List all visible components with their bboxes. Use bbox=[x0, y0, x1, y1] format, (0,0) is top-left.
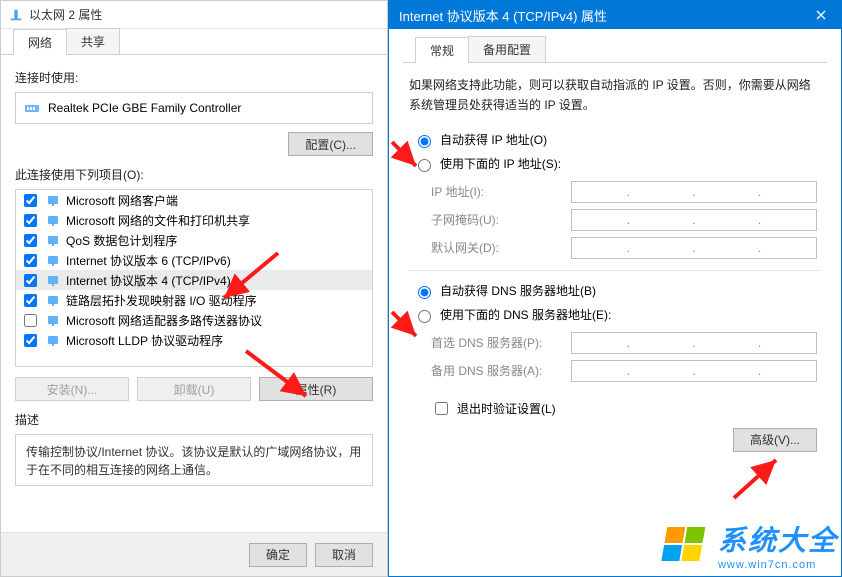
list-item[interactable]: Internet 协议版本 6 (TCP/IPv6) bbox=[16, 250, 373, 270]
protocol-icon bbox=[46, 273, 60, 287]
validate-label: 退出时验证设置(L) bbox=[457, 400, 556, 417]
list-item[interactable]: Microsoft 网络的文件和打印机共享 bbox=[16, 210, 373, 230]
item-label: Microsoft 网络客户端 bbox=[66, 192, 178, 209]
item-checkbox[interactable] bbox=[24, 214, 37, 227]
gateway-input: ... bbox=[571, 237, 817, 259]
radio-ip-auto-label: 自动获得 IP 地址(O) bbox=[440, 131, 547, 148]
radio-ip-manual-input[interactable] bbox=[418, 159, 431, 172]
list-item[interactable]: Microsoft 网络适配器多路传送器协议 bbox=[16, 310, 373, 330]
install-button[interactable]: 安装(N)... bbox=[15, 377, 129, 401]
tab-general[interactable]: 常规 bbox=[415, 37, 469, 63]
properties-button[interactable]: 属性(R) bbox=[259, 377, 373, 401]
tab-body: 连接时使用: Realtek PCIe GBE Family Controlle… bbox=[1, 55, 387, 496]
cancel-button[interactable]: 取消 bbox=[315, 543, 373, 567]
protocol-icon bbox=[46, 313, 60, 327]
advanced-button[interactable]: 高级(V)... bbox=[733, 428, 817, 452]
dialog-buttons: 确定 取消 bbox=[1, 532, 387, 576]
radio-dns-manual-label: 使用下面的 DNS 服务器地址(E): bbox=[440, 306, 611, 323]
protocol-icon bbox=[46, 233, 60, 247]
tab-sharing[interactable]: 共享 bbox=[66, 28, 120, 55]
titlebar: Internet 协议版本 4 (TCP/IPv4) 属性 bbox=[389, 1, 841, 29]
description-label: 描述 bbox=[15, 411, 373, 428]
protocol-icon bbox=[46, 333, 60, 347]
tab-network[interactable]: 网络 bbox=[13, 29, 67, 55]
item-label: Internet 协议版本 4 (TCP/IPv4) bbox=[66, 272, 231, 289]
alternate-dns-input: ... bbox=[571, 360, 817, 382]
list-item[interactable]: 链路层拓扑发现映射器 I/O 驱动程序 bbox=[16, 290, 373, 310]
titlebar: 以太网 2 属性 bbox=[1, 1, 387, 29]
tabstrip: 网络 共享 bbox=[1, 29, 387, 55]
watermark-sub: www.win7cn.com bbox=[718, 559, 838, 571]
radio-ip-auto[interactable]: 自动获得 IP 地址(O) bbox=[413, 130, 817, 150]
window-title: Internet 协议版本 4 (TCP/IPv4) 属性 bbox=[399, 6, 607, 25]
radio-dns-auto[interactable]: 自动获得 DNS 服务器地址(B) bbox=[413, 281, 817, 301]
radio-dns-auto-label: 自动获得 DNS 服务器地址(B) bbox=[440, 282, 596, 299]
adapter-box: Realtek PCIe GBE Family Controller bbox=[15, 92, 373, 124]
radio-dns-manual-input[interactable] bbox=[418, 310, 431, 323]
item-label: Internet 协议版本 6 (TCP/IPv6) bbox=[66, 252, 231, 269]
subnet-mask-input: ... bbox=[571, 209, 817, 231]
help-text: 如果网络支持此功能，则可以获取自动指派的 IP 设置。否则，你需要从网络系统管理… bbox=[409, 75, 821, 116]
item-label: 链路层拓扑发现映射器 I/O 驱动程序 bbox=[66, 292, 257, 309]
protocol-icon bbox=[46, 293, 60, 307]
item-checkbox[interactable] bbox=[24, 274, 37, 287]
tab-alternate[interactable]: 备用配置 bbox=[468, 36, 546, 63]
network-icon bbox=[9, 8, 23, 22]
description-text: 传输控制协议/Internet 协议。该协议是默认的广域网络协议，用于在不同的相… bbox=[15, 434, 373, 486]
watermark: 系统大全 www.win7cn.com bbox=[660, 519, 838, 571]
adapter-icon bbox=[24, 100, 40, 116]
item-checkbox[interactable] bbox=[24, 234, 37, 247]
item-label: Microsoft 网络适配器多路传送器协议 bbox=[66, 312, 262, 329]
item-label: Microsoft 网络的文件和打印机共享 bbox=[66, 212, 250, 229]
item-label: QoS 数据包计划程序 bbox=[66, 232, 177, 249]
tcpip-properties-window: Internet 协议版本 4 (TCP/IPv4) 属性 常规 备用配置 如果… bbox=[388, 0, 842, 577]
configure-button[interactable]: 配置(C)... bbox=[288, 132, 373, 156]
ip-address-label: IP 地址(I): bbox=[431, 183, 571, 200]
list-item[interactable]: Microsoft 网络客户端 bbox=[16, 190, 373, 210]
preferred-dns-label: 首选 DNS 服务器(P): bbox=[431, 334, 571, 351]
list-item[interactable]: QoS 数据包计划程序 bbox=[16, 230, 373, 250]
protocol-icon bbox=[46, 253, 60, 267]
preferred-dns-input: ... bbox=[571, 332, 817, 354]
item-checkbox[interactable] bbox=[24, 314, 37, 327]
gateway-label: 默认网关(D): bbox=[431, 239, 571, 256]
connect-using-label: 连接时使用: bbox=[15, 69, 373, 86]
item-label: Microsoft LLDP 协议驱动程序 bbox=[66, 332, 223, 349]
validate-checkbox[interactable] bbox=[435, 402, 448, 415]
watermark-text: 系统大全 bbox=[718, 525, 838, 556]
radio-ip-manual[interactable]: 使用下面的 IP 地址(S): bbox=[413, 154, 817, 174]
windows-logo-icon bbox=[660, 523, 712, 567]
ip-address-input: ... bbox=[571, 181, 817, 203]
protocol-icon bbox=[46, 193, 60, 207]
list-item[interactable]: Internet 协议版本 4 (TCP/IPv4) bbox=[16, 270, 373, 290]
close-button[interactable] bbox=[801, 1, 841, 29]
adapter-name: Realtek PCIe GBE Family Controller bbox=[48, 101, 241, 115]
protocol-icon bbox=[46, 213, 60, 227]
radio-ip-auto-input[interactable] bbox=[418, 135, 431, 148]
alternate-dns-label: 备用 DNS 服务器(A): bbox=[431, 362, 571, 379]
item-checkbox[interactable] bbox=[24, 194, 37, 207]
item-checkbox[interactable] bbox=[24, 254, 37, 267]
items-listbox[interactable]: Microsoft 网络客户端 Microsoft 网络的文件和打印机共享 QoS … bbox=[15, 189, 373, 367]
items-label: 此连接使用下列项目(O): bbox=[15, 166, 373, 183]
radio-dns-manual[interactable]: 使用下面的 DNS 服务器地址(E): bbox=[413, 305, 817, 325]
uninstall-button[interactable]: 卸载(U) bbox=[137, 377, 251, 401]
radio-ip-manual-label: 使用下面的 IP 地址(S): bbox=[440, 155, 561, 172]
list-item[interactable]: Microsoft LLDP 协议驱动程序 bbox=[16, 330, 373, 350]
tabstrip: 常规 备用配置 bbox=[403, 37, 827, 63]
item-checkbox[interactable] bbox=[24, 294, 37, 307]
radio-dns-auto-input[interactable] bbox=[418, 286, 431, 299]
item-checkbox[interactable] bbox=[24, 334, 37, 347]
window-title: 以太网 2 属性 bbox=[29, 6, 102, 23]
ethernet-properties-window: 以太网 2 属性 网络 共享 连接时使用: Realtek PCIe GBE F… bbox=[0, 0, 388, 577]
subnet-mask-label: 子网掩码(U): bbox=[431, 211, 571, 228]
ok-button[interactable]: 确定 bbox=[249, 543, 307, 567]
